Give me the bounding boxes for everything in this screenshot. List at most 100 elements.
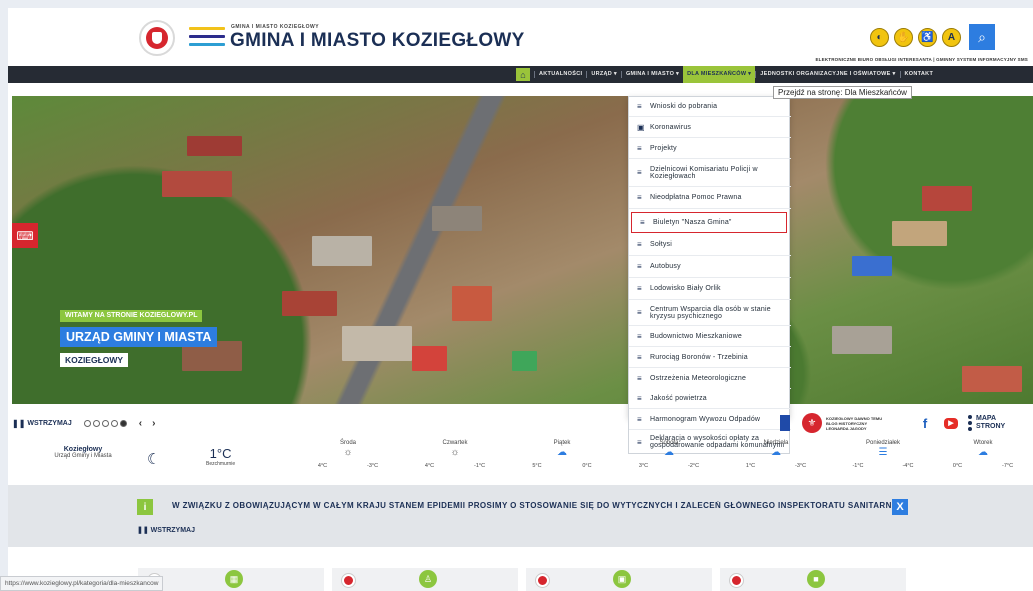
next-arrow-icon[interactable]: › bbox=[152, 418, 155, 429]
font-size-icon[interactable]: A bbox=[942, 28, 961, 47]
list-icon: ≡ bbox=[637, 143, 642, 153]
slider-dot[interactable] bbox=[92, 419, 100, 427]
banner-pause-button[interactable]: ❚❚ WSTRZYMAJ bbox=[137, 526, 195, 534]
forecast-day: Niedziela ☁ 1°C -3°C bbox=[726, 440, 826, 469]
quick-link-card[interactable]: ▣ bbox=[526, 568, 712, 591]
historical-blog-text[interactable]: KOZIEGŁOWY DAWNO TEMU BLOG HISTORYCZNY L… bbox=[826, 416, 886, 431]
dropdown-item[interactable]: ≡ Dzielnicowi Komisariatu Policji w Kozie… bbox=[629, 159, 791, 187]
search-button[interactable]: ⌕ bbox=[969, 24, 995, 50]
top-links[interactable]: ELEKTRONICZNE BIURO OBSŁUGI INTERESANTA … bbox=[748, 57, 1028, 62]
list-icon: ≡ bbox=[637, 352, 642, 362]
list-icon: ≡ bbox=[637, 331, 642, 341]
dropdown-item-biuletyn[interactable]: ≡ Biuletyn "Nasza Gmina" bbox=[631, 212, 787, 233]
youtube-icon[interactable]: ▶ bbox=[944, 417, 958, 429]
crest-icon bbox=[342, 574, 355, 587]
keyboard-icon[interactable]: ⌨ bbox=[12, 223, 38, 248]
nav-tooltip: Przejdź na stronę: Dla Mieszkańców bbox=[773, 86, 912, 99]
cloud-icon: ☁ bbox=[557, 447, 567, 458]
info-icon: i bbox=[137, 499, 153, 515]
moon-icon: ☾ bbox=[147, 451, 161, 468]
sitemap-icon[interactable] bbox=[968, 415, 973, 431]
cloud-icon: ☁ bbox=[664, 447, 674, 458]
contrast-icon[interactable]: ◐ bbox=[870, 28, 889, 47]
forecast-day: Czwartek ☼ 4°C -1°C bbox=[405, 440, 505, 469]
nav-item-urzad[interactable]: URZĄD ▾ bbox=[586, 71, 621, 78]
hero-town-name: KOZIEGŁOWY bbox=[60, 353, 129, 367]
person-icon: ♙ bbox=[419, 570, 437, 588]
dropdown-item[interactable]: ≡ Autobusy bbox=[629, 256, 791, 278]
slider-dot-active[interactable] bbox=[119, 419, 127, 427]
partner-logos: ⚜ KOZIEGŁOWY DAWNO TEMU BLOG HISTORYCZNY… bbox=[780, 409, 1005, 437]
image-icon: ▣ bbox=[637, 122, 645, 132]
sun-icon: ☼ bbox=[450, 447, 460, 458]
pause-icon[interactable]: ❚❚ bbox=[12, 419, 25, 428]
browser-status-url: https://www.kozieglowy.pl/kategoria/dla-… bbox=[0, 576, 164, 591]
nav-item-jednostki[interactable]: JEDNOSTKI ORGANIZACYJNE I OŚWIATOWE ▾ bbox=[755, 71, 899, 78]
quick-link-card[interactable]: ▦ bbox=[138, 568, 324, 591]
announcement-text[interactable]: W ZWIĄZKU Z OBOWIĄZUJĄCYM W CAŁYM KRAJU … bbox=[172, 501, 892, 510]
cloud-icon: ☁ bbox=[771, 447, 781, 458]
dropdown-item[interactable]: ≡ Lodowisko Biały Orlik bbox=[629, 278, 791, 300]
search-icon: ⌕ bbox=[978, 28, 986, 45]
hero-heading: URZĄD GMINY I MIASTA bbox=[60, 327, 218, 347]
nav-item-kontakt[interactable]: KONTAKT bbox=[899, 71, 938, 78]
page: GMINA I MIASTO KOZIEGŁOWY GMINA I MIASTO… bbox=[8, 8, 1033, 591]
gallery-icon: ▣ bbox=[613, 570, 631, 588]
dropdown-item[interactable]: ≡ Jakość powietrza bbox=[629, 388, 791, 409]
list-icon: ≡ bbox=[637, 373, 642, 383]
coat-of-arms-logo[interactable] bbox=[139, 20, 175, 56]
weather-location: Koziegłowy Urząd Gminy i Miasta bbox=[54, 446, 112, 459]
historical-blog-logo[interactable]: ⚜ bbox=[802, 413, 822, 433]
video-icon: ■ bbox=[807, 570, 825, 588]
forecast-day: Wtorek ☁ 0°C -7°C bbox=[933, 440, 1033, 469]
site-title[interactable]: GMINA I MIASTO KOZIEGŁOWY bbox=[230, 30, 525, 52]
weather-now: 1°C Bezchmurnie bbox=[206, 446, 236, 467]
list-icon: ≡ bbox=[637, 262, 642, 271]
calendar-icon: ▦ bbox=[225, 570, 243, 588]
site-header: GMINA I MIASTO KOZIEGŁOWY GMINA I MIASTO… bbox=[8, 8, 1033, 68]
pause-button[interactable]: WSTRZYMAJ bbox=[27, 420, 71, 427]
slider-dot[interactable] bbox=[83, 419, 91, 427]
nav-item-dla-mieszkancow[interactable]: DLA MIESZKAŃCÓW ▾ bbox=[683, 66, 756, 83]
slider-dots bbox=[83, 419, 129, 427]
dropdown-item[interactable]: ≡ Ostrzeżenia Meteorologiczne bbox=[629, 368, 791, 389]
dropdown-item[interactable]: ▣ Koronawirus bbox=[629, 117, 791, 138]
forecast-day: Poniedziałek ☰ -1°C -4°C bbox=[833, 440, 933, 469]
hero-image: ⌨ WITAMY NA STRONIE KOZIEGLOWY.PL URZĄD … bbox=[12, 96, 1033, 404]
slider-controls: ❚❚ WSTRZYMAJ ‹ › bbox=[12, 416, 155, 430]
list-icon: ≡ bbox=[637, 102, 642, 111]
close-icon[interactable]: X bbox=[892, 499, 908, 515]
crest-icon bbox=[536, 574, 549, 587]
nav-item-aktualnosci[interactable]: AKTUALNOŚCI bbox=[534, 71, 586, 78]
announcement-banner: i W ZWIĄZKU Z OBOWIĄZUJĄCYM W CAŁYM KRAJ… bbox=[8, 485, 1033, 547]
quick-link-card[interactable]: ♙ bbox=[332, 568, 518, 591]
list-icon: ≡ bbox=[637, 308, 642, 317]
slider-dot[interactable] bbox=[110, 419, 118, 427]
eu-flag-icon[interactable] bbox=[780, 415, 790, 431]
home-icon[interactable]: ⌂ bbox=[516, 68, 530, 81]
hero-welcome: WITAMY NA STRONIE KOZIEGLOWY.PL bbox=[60, 310, 203, 322]
prev-arrow-icon[interactable]: ‹ bbox=[139, 418, 142, 429]
dropdown-item[interactable]: ≡ Nieodpłatna Pomoc Prawna bbox=[629, 187, 791, 209]
dropdown-item[interactable]: ≡ Sołtysi bbox=[629, 234, 791, 256]
main-nav: ⌂ AKTUALNOŚCI URZĄD ▾ GMINA I MIASTO ▾ D… bbox=[8, 66, 1033, 83]
facebook-icon[interactable]: f bbox=[916, 414, 934, 432]
dropdown-item[interactable]: ≡ Projekty bbox=[629, 138, 791, 159]
dropdown-item[interactable]: ≡ Harmonogram Wywozu Odpadów bbox=[629, 409, 791, 430]
list-icon: ≡ bbox=[637, 284, 642, 293]
sitemap-link[interactable]: MAPA STRONY bbox=[976, 415, 1005, 431]
dropdown-item[interactable]: ≡ Rurociąg Boronów - Trzebinia bbox=[629, 347, 791, 368]
slider-dot[interactable] bbox=[101, 419, 109, 427]
dropdown-item[interactable]: ≡ Budownictwo Mieszkaniowe bbox=[629, 326, 791, 347]
quick-link-card[interactable]: ■ bbox=[720, 568, 906, 591]
dropdown-item[interactable]: ≡ Centrum Wsparcia dla osób w stanie kryz… bbox=[629, 300, 791, 326]
forecast-day: Piątek ☁ 5°C 0°C bbox=[512, 440, 612, 469]
list-icon: ≡ bbox=[640, 218, 645, 227]
wheelchair-icon[interactable]: ♿ bbox=[918, 28, 937, 47]
list-icon: ≡ bbox=[637, 240, 642, 249]
nav-item-gmina-i-miasto[interactable]: GMINA I MIASTO ▾ bbox=[620, 71, 683, 78]
sign-language-icon[interactable]: ✋ bbox=[894, 28, 913, 47]
dropdown-item[interactable]: ≡ Wnioski do pobrania bbox=[629, 97, 791, 117]
cloud-icon: ☁ bbox=[978, 447, 988, 458]
list-icon: ≡ bbox=[637, 393, 642, 403]
